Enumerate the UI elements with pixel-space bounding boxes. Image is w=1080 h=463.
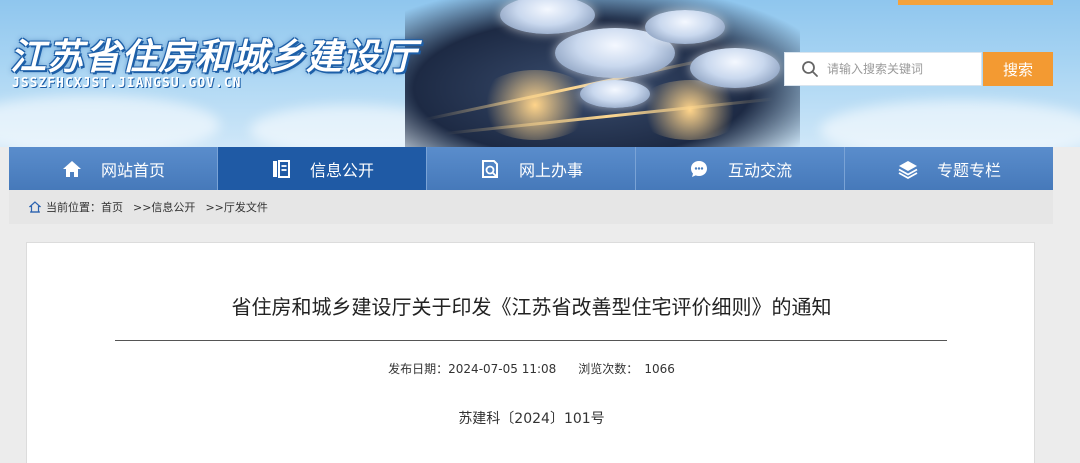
home-icon bbox=[29, 201, 41, 213]
search-button[interactable]: 搜索 bbox=[983, 52, 1053, 86]
breadcrumb-documents-link[interactable]: >>厅发文件 bbox=[205, 199, 267, 215]
site-url: JSSZFHCXJST.JIANGSU.GOV.CN bbox=[12, 76, 242, 91]
document-icon bbox=[272, 159, 290, 178]
breadcrumb-home-link[interactable]: 首页 bbox=[101, 199, 123, 215]
nav-item-info-disclosure[interactable]: 信息公开 bbox=[218, 147, 427, 190]
nav-item-home[interactable]: 网站首页 bbox=[9, 147, 218, 190]
breadcrumb-prefix: 当前位置： bbox=[46, 201, 101, 214]
search-field[interactable] bbox=[784, 52, 982, 86]
breadcrumb: 当前位置： 首页 >>信息公开 >>厅发文件 bbox=[9, 190, 1053, 224]
article-title: 省住房和城乡建设厅关于印发《江苏省改善型住宅评价细则》的通知 bbox=[231, 295, 832, 319]
top-accent-tab bbox=[898, 0, 1053, 5]
breadcrumb-info-link[interactable]: >>信息公开 bbox=[133, 199, 195, 215]
article-meta: 发布日期：2024-07-05 11:08 浏览次数： 1066 bbox=[27, 360, 1036, 377]
title-divider bbox=[115, 340, 947, 341]
cloud-decoration bbox=[0, 95, 220, 147]
search-icon bbox=[802, 61, 818, 77]
service-icon bbox=[481, 159, 498, 178]
banner-venue-illustration bbox=[405, 0, 800, 147]
nav-item-label: 网上办事 bbox=[518, 160, 583, 180]
nav-item-online-service[interactable]: 网上办事 bbox=[427, 147, 636, 190]
publish-date-label: 发布日期： bbox=[388, 362, 449, 376]
article-card: 省住房和城乡建设厅关于印发《江苏省改善型住宅评价细则》的通知 发布日期：2024… bbox=[26, 242, 1035, 463]
home-icon bbox=[62, 160, 81, 177]
search-input[interactable] bbox=[827, 62, 977, 76]
cloud-decoration bbox=[820, 100, 1080, 147]
chat-icon bbox=[690, 160, 707, 177]
nav-item-label: 互动交流 bbox=[727, 160, 792, 180]
document-number: 苏建科〔2024〕101号 bbox=[458, 411, 605, 427]
layers-icon bbox=[898, 160, 918, 179]
nav-item-label: 网站首页 bbox=[100, 160, 165, 180]
views-label: 浏览次数： bbox=[578, 362, 639, 376]
site-title[interactable]: 江苏省住房和城乡建设厅 bbox=[10, 28, 417, 80]
views-count: 1066 bbox=[644, 362, 675, 376]
nav-item-interaction[interactable]: 互动交流 bbox=[636, 147, 845, 190]
nav-item-label: 信息公开 bbox=[309, 160, 374, 180]
nav-item-special-topics[interactable]: 专题专栏 bbox=[845, 147, 1053, 190]
main-nav: 网站首页 信息公开 网上办事 互动交流 专题专栏 bbox=[9, 147, 1053, 190]
publish-date: 2024-07-05 11:08 bbox=[448, 362, 557, 376]
nav-item-label: 专题专栏 bbox=[936, 160, 1001, 180]
